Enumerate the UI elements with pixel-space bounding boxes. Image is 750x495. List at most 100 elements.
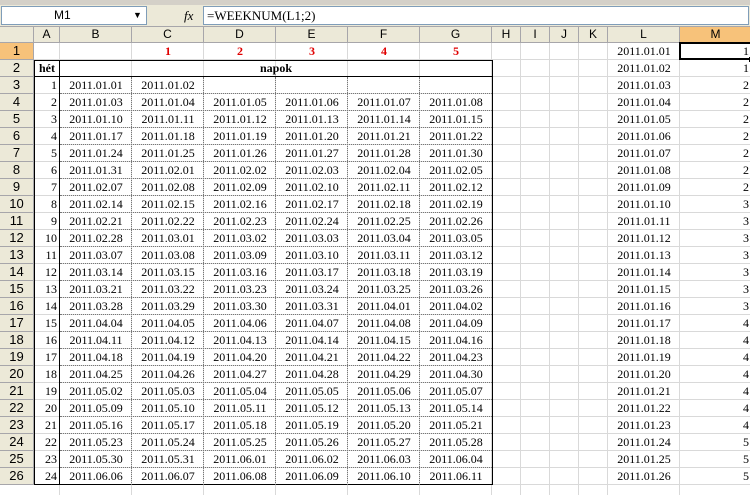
date-cell[interactable]: 2011.04.25 (60, 366, 132, 383)
date-cell[interactable]: 2011.03.01 (132, 230, 204, 247)
date-cell[interactable]: 2011.05.18 (204, 417, 276, 434)
date-cell[interactable]: 2011.04.01 (348, 298, 420, 315)
date-cell[interactable]: 2011.02.12 (420, 179, 492, 196)
date-cell[interactable]: 2011.06.04 (420, 451, 492, 468)
date-cell[interactable]: 2011.03.22 (132, 281, 204, 298)
week-number-cell[interactable]: 4 (34, 128, 60, 145)
date-cell[interactable]: 2011.02.08 (132, 179, 204, 196)
weeknum-cell[interactable]: 3 (680, 247, 750, 264)
column-header-c[interactable]: C (132, 27, 204, 43)
row-header[interactable]: 19 (0, 349, 34, 366)
week-number-cell[interactable]: 2 (34, 94, 60, 111)
date-cell[interactable]: 2011.04.04 (60, 315, 132, 332)
date-cell[interactable]: 2011.03.15 (132, 264, 204, 281)
date-cell[interactable]: 2011.01.04 (608, 94, 680, 111)
weeknum-cell[interactable]: 3 (680, 230, 750, 247)
date-cell[interactable]: 2011.04.15 (348, 332, 420, 349)
weeknum-cell[interactable]: 3 (680, 298, 750, 315)
date-cell[interactable]: 2011.01.05 (204, 94, 276, 111)
select-all-corner[interactable] (0, 27, 34, 43)
row-header[interactable]: 25 (0, 451, 34, 468)
date-cell[interactable]: 2011.05.09 (60, 400, 132, 417)
week-number-cell[interactable]: 1 (34, 77, 60, 94)
week-number-cell[interactable]: 20 (34, 400, 60, 417)
row-header[interactable]: 7 (0, 145, 34, 162)
date-cell[interactable]: 2011.03.12 (420, 247, 492, 264)
weeknum-cell[interactable]: 4 (680, 366, 750, 383)
date-cell[interactable]: 2011.01.03 (608, 77, 680, 94)
date-cell[interactable]: 2011.04.29 (348, 366, 420, 383)
date-cell[interactable]: 2011.01.17 (60, 128, 132, 145)
row-header[interactable]: 12 (0, 230, 34, 247)
date-cell[interactable]: 2011.03.02 (204, 230, 276, 247)
date-cell[interactable]: 2011.01.24 (608, 434, 680, 451)
column-header-e[interactable]: E (276, 27, 348, 43)
column-header-d[interactable]: D (204, 27, 276, 43)
date-cell[interactable]: 2011.01.16 (608, 298, 680, 315)
date-cell[interactable]: 2011.03.23 (204, 281, 276, 298)
date-cell[interactable]: 2011.01.18 (132, 128, 204, 145)
weeknum-cell[interactable]: 4 (680, 349, 750, 366)
date-cell[interactable]: 2011.01.08 (420, 94, 492, 111)
chevron-down-icon[interactable]: ▼ (130, 8, 145, 23)
column-header-m[interactable]: M (680, 27, 750, 43)
date-cell[interactable]: 2011.06.09 (276, 468, 348, 485)
week-number-cell[interactable]: 19 (34, 383, 60, 400)
date-cell[interactable]: 2011.04.16 (420, 332, 492, 349)
date-cell[interactable]: 2011.06.02 (276, 451, 348, 468)
row-header[interactable]: 18 (0, 332, 34, 349)
row-header[interactable]: 13 (0, 247, 34, 264)
date-cell[interactable]: 2011.05.31 (132, 451, 204, 468)
date-cell[interactable]: 2011.01.17 (608, 315, 680, 332)
row-header[interactable]: 6 (0, 128, 34, 145)
week-number-cell[interactable]: 23 (34, 451, 60, 468)
day-number-header[interactable]: 5 (420, 43, 492, 60)
date-cell[interactable]: 2011.02.18 (348, 196, 420, 213)
days-header[interactable]: napok (60, 60, 492, 77)
week-number-cell[interactable]: 16 (34, 332, 60, 349)
date-cell[interactable]: 2011.01.10 (60, 111, 132, 128)
weeknum-cell[interactable]: 5 (680, 451, 750, 468)
row-header[interactable]: 2 (0, 60, 34, 77)
date-cell[interactable]: 2011.01.11 (132, 111, 204, 128)
date-cell[interactable]: 2011.01.08 (608, 162, 680, 179)
date-cell[interactable]: 2011.03.25 (348, 281, 420, 298)
week-number-cell[interactable]: 15 (34, 315, 60, 332)
date-cell[interactable]: 2011.04.22 (348, 349, 420, 366)
date-cell[interactable]: 2011.04.06 (204, 315, 276, 332)
date-cell[interactable] (204, 77, 276, 94)
date-cell[interactable]: 2011.05.04 (204, 383, 276, 400)
date-cell[interactable]: 2011.05.17 (132, 417, 204, 434)
date-cell[interactable]: 2011.01.25 (608, 451, 680, 468)
date-cell[interactable]: 2011.01.02 (608, 60, 680, 77)
date-cell[interactable]: 2011.02.28 (60, 230, 132, 247)
row-header[interactable]: 1 (0, 43, 34, 60)
date-cell[interactable]: 2011.01.19 (204, 128, 276, 145)
date-cell[interactable]: 2011.04.30 (420, 366, 492, 383)
week-number-cell[interactable]: 22 (34, 434, 60, 451)
date-cell[interactable]: 2011.01.12 (608, 230, 680, 247)
column-header-a[interactable]: A (34, 27, 60, 43)
date-cell[interactable]: 2011.01.20 (276, 128, 348, 145)
date-cell[interactable]: 2011.01.27 (276, 145, 348, 162)
date-cell[interactable]: 2011.01.22 (420, 128, 492, 145)
column-header-j[interactable]: J (550, 27, 579, 43)
row-header[interactable]: 24 (0, 434, 34, 451)
date-cell[interactable]: 2011.01.06 (608, 128, 680, 145)
date-cell[interactable]: 2011.05.23 (60, 434, 132, 451)
weeknum-cell[interactable]: 2 (680, 179, 750, 196)
date-cell[interactable]: 2011.03.18 (348, 264, 420, 281)
date-cell[interactable]: 2011.04.21 (276, 349, 348, 366)
column-header-f[interactable]: F (348, 27, 420, 43)
week-number-cell[interactable]: 10 (34, 230, 60, 247)
weeknum-cell[interactable]: 4 (680, 315, 750, 332)
date-cell[interactable]: 2011.05.11 (204, 400, 276, 417)
date-cell[interactable]: 2011.02.15 (132, 196, 204, 213)
date-cell[interactable]: 2011.01.24 (60, 145, 132, 162)
date-cell[interactable]: 2011.01.23 (608, 417, 680, 434)
date-cell[interactable]: 2011.03.07 (60, 247, 132, 264)
week-number-cell[interactable]: 8 (34, 196, 60, 213)
date-cell[interactable]: 2011.05.26 (276, 434, 348, 451)
date-cell[interactable]: 2011.04.12 (132, 332, 204, 349)
date-cell[interactable]: 2011.04.23 (420, 349, 492, 366)
